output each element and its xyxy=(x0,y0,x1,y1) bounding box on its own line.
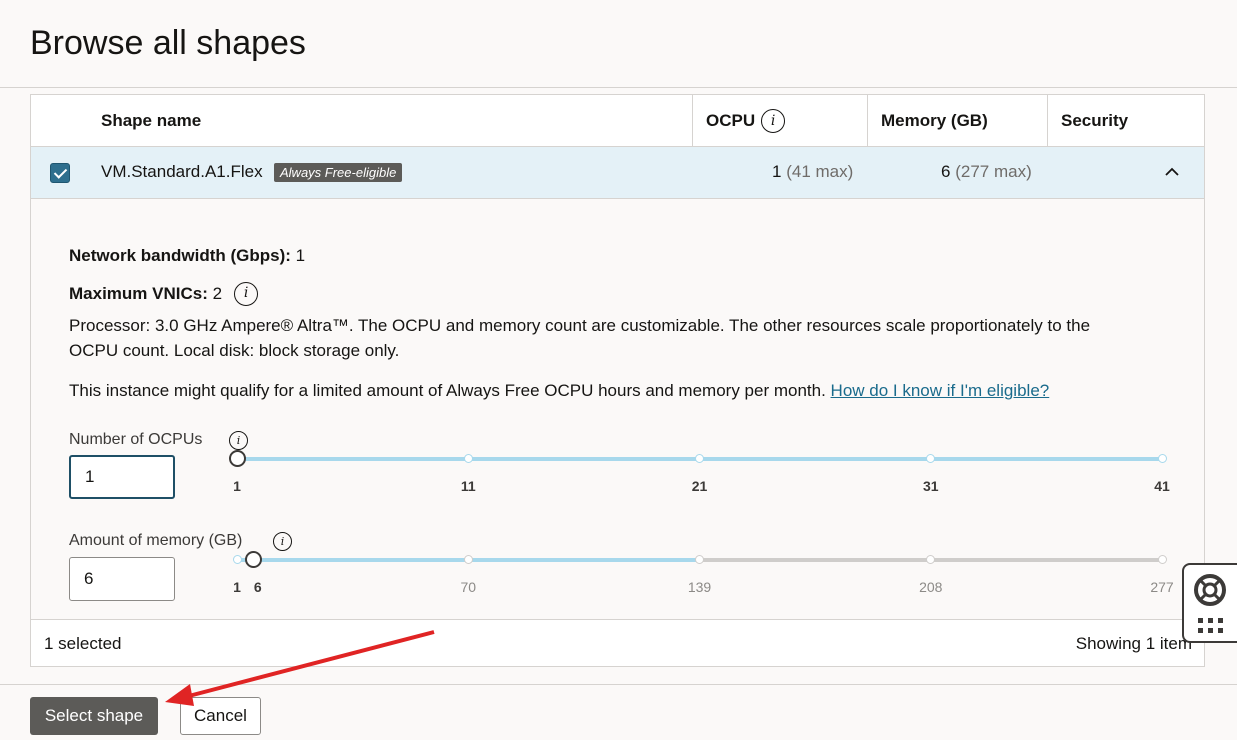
always-free-note: This instance might qualify for a limite… xyxy=(69,381,1050,400)
slider-tick[interactable] xyxy=(232,555,242,564)
dialog-footer: Select shape Cancel xyxy=(0,684,1237,740)
column-header-shape-name[interactable]: Shape name xyxy=(88,95,692,147)
memory-slider-info-icon[interactable]: i xyxy=(273,532,292,551)
ocpu-number-input[interactable]: 1 xyxy=(69,455,175,499)
network-bandwidth: Network bandwidth (Gbps): 1 xyxy=(69,246,306,265)
ocpu-slider-info-icon[interactable]: i xyxy=(229,431,248,450)
processor-description: Processor: 3.0 GHz Ampere® Altra™. The O… xyxy=(69,316,1091,360)
shape-name: VM.Standard.A1.Flex xyxy=(101,162,263,181)
slider-tick[interactable] xyxy=(695,555,704,564)
slider-thumb[interactable] xyxy=(228,450,246,467)
maximum-vnics: Maximum VNICs: 2i xyxy=(69,281,259,306)
table-footer: 1 selected Showing 1 item xyxy=(31,619,1204,666)
slider-tick[interactable] xyxy=(926,454,936,463)
ocpu-cell: 1 (41 max) xyxy=(772,162,853,182)
slider-tick[interactable] xyxy=(695,454,704,463)
memory-value: 6 xyxy=(941,162,951,181)
slider-tick-label: 1 xyxy=(233,579,241,595)
help-widget[interactable] xyxy=(1182,563,1237,643)
ocpu-max: (41 max) xyxy=(786,162,854,181)
showing-count: Showing 1 item xyxy=(1075,634,1192,653)
always-free-badge: Always Free-eligible xyxy=(274,163,403,182)
slider-thumb[interactable] xyxy=(245,551,263,568)
slider-tick-label: 1 xyxy=(233,478,241,494)
slider-tick[interactable] xyxy=(1157,454,1167,463)
slider-tick-label: 139 xyxy=(687,579,712,595)
ocpu-value: 1 xyxy=(772,162,782,181)
chevron-up-icon[interactable] xyxy=(1165,165,1179,179)
row-select-checkbox[interactable] xyxy=(50,163,70,183)
eligibility-link[interactable]: How do I know if I'm eligible? xyxy=(831,381,1050,400)
memory-slider[interactable]: 1 6 70 139 208 277 xyxy=(232,551,1174,595)
memory-cell: 6 (277 max) xyxy=(941,162,1032,182)
slider-tick-label: 31 xyxy=(922,478,939,494)
ocpu-slider-label: Number of OCPUs xyxy=(69,431,203,448)
slider-tick[interactable] xyxy=(463,555,473,564)
memory-number-input[interactable]: 6 xyxy=(69,557,175,601)
memory-slider-label: Amount of memory (GB) xyxy=(69,532,243,549)
lifebuoy-icon[interactable] xyxy=(1193,573,1227,607)
column-header-security[interactable]: Security xyxy=(1047,95,1204,147)
slider-tick[interactable] xyxy=(463,454,473,463)
vnics-info-icon[interactable]: i xyxy=(234,281,259,306)
page-title: Browse all shapes xyxy=(30,24,306,62)
slider-tick-label: 41 xyxy=(1154,478,1170,494)
slider-tick-label: 21 xyxy=(691,478,708,494)
column-header-memory[interactable]: Memory (GB) xyxy=(867,95,1047,147)
shape-detail-panel: Network bandwidth (Gbps): 1 Maximum VNIC… xyxy=(31,199,1204,619)
slider-tick-label: 11 xyxy=(460,478,476,494)
ocpu-info-icon[interactable]: i xyxy=(761,109,786,133)
table-header: Shape name OCPU i Memory (GB) Security xyxy=(31,95,1204,147)
ocpu-slider[interactable]: 1 11 21 31 41 xyxy=(228,450,1170,494)
table-row[interactable]: VM.Standard.A1.Flex Always Free-eligible… xyxy=(31,147,1204,199)
slider-tick-label: 70 xyxy=(460,579,477,595)
cancel-button[interactable]: Cancel xyxy=(180,697,261,735)
memory-max: (277 max) xyxy=(955,162,1032,181)
column-header-ocpu[interactable]: OCPU i xyxy=(692,95,867,147)
slider-tick-label: 6 xyxy=(253,579,262,595)
slider-tick[interactable] xyxy=(1157,555,1167,564)
slider-tick-label: 208 xyxy=(919,579,943,595)
slider-tick-label: 277 xyxy=(1150,579,1174,595)
selected-count: 1 selected xyxy=(44,634,122,653)
shapes-table: Shape name OCPU i Memory (GB) Security V… xyxy=(30,94,1205,667)
slider-tick[interactable] xyxy=(926,555,936,564)
select-shape-button[interactable]: Select shape xyxy=(30,697,158,735)
page-header: Browse all shapes xyxy=(0,0,1237,88)
grid-dots-icon[interactable] xyxy=(1197,617,1225,635)
